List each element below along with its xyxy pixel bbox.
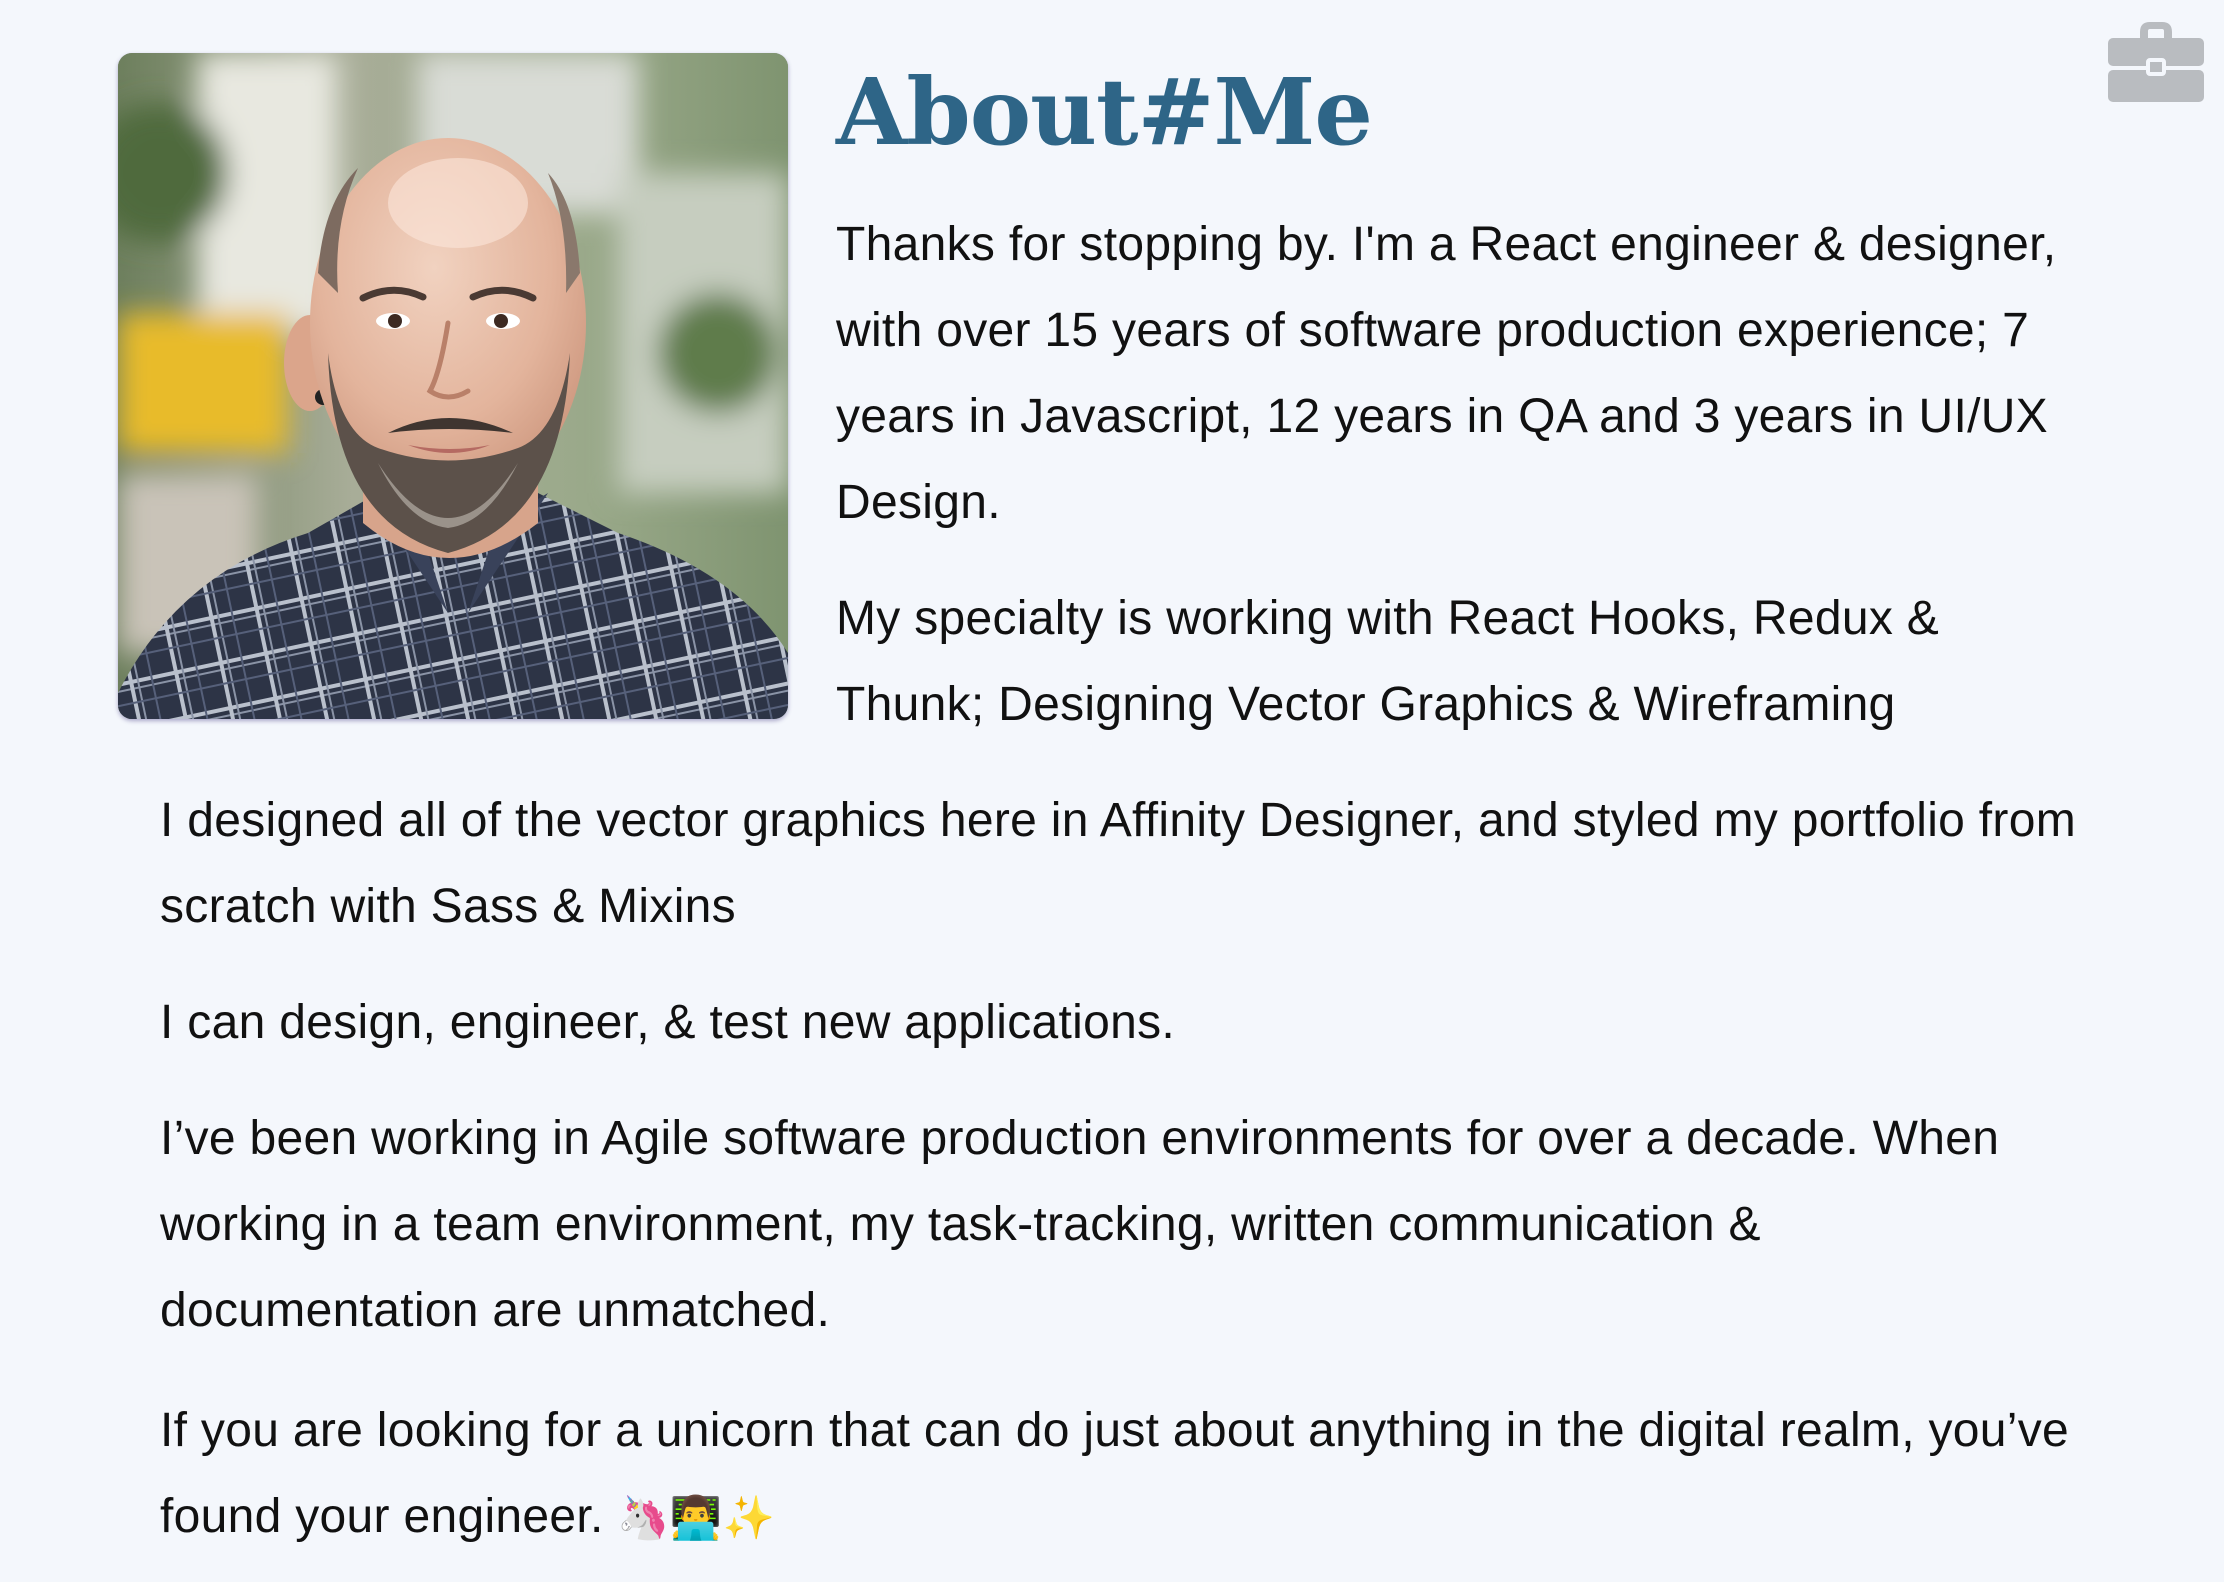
agile-experience-paragraph: I’ve been working in Agile software prod… — [160, 1112, 2000, 1337]
profile-photo — [118, 53, 788, 719]
intro-paragraph: Thanks for stopping by. I'm a React engi… — [836, 218, 2057, 529]
closing-text: If you are looking for a unicorn that ca… — [160, 1404, 2070, 1543]
unicorn-technologist-sparkles-emoji: 🦄👨‍💻✨ — [617, 1493, 776, 1542]
capabilities-paragraph: I can design, engineer, & test new appli… — [160, 996, 1176, 1049]
specialty-paragraph: My specialty is working with React Hooks… — [836, 592, 1940, 731]
vector-graphics-paragraph: I designed all of the vector graphics he… — [160, 794, 2077, 933]
about-me-page: About#Me Thanks for stopping by. I'm a R… — [0, 0, 2224, 1582]
page-title: About#Me — [836, 58, 1373, 166]
closing-paragraph: If you are looking for a unicorn that ca… — [160, 1388, 2090, 1561]
briefcase-icon[interactable] — [2106, 18, 2206, 104]
